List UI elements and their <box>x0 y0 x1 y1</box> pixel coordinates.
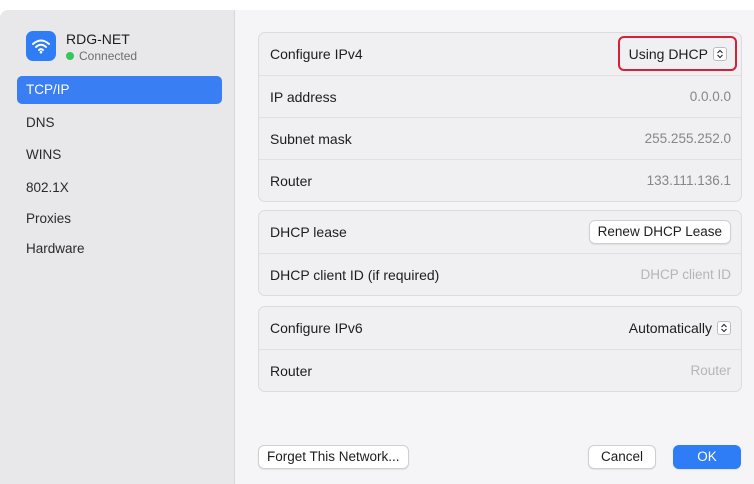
chevron-updown-icon <box>717 321 731 335</box>
status-dot-icon <box>66 52 74 60</box>
ok-button[interactable]: OK <box>673 445 741 469</box>
sidebar-item-wins[interactable]: WINS <box>17 141 222 169</box>
subnet-mask-row: Subnet mask 255.255.252.0 <box>259 117 741 159</box>
dhcp-client-id-field[interactable]: DHCP client ID <box>640 267 731 282</box>
configure-ipv4-label: Configure IPv4 <box>270 46 363 62</box>
dhcp-client-id-label: DHCP client ID (if required) <box>270 266 440 283</box>
router-label: Router <box>270 172 313 189</box>
sidebar-item-8021x[interactable]: 802.1X <box>17 174 222 202</box>
router-value: 133.111.136.1 <box>646 173 731 188</box>
dhcp-client-id-row: DHCP client ID (if required) DHCP client… <box>259 253 741 295</box>
ip-address-label: IP address <box>270 88 337 105</box>
router-row: Router 133.111.136.1 <box>259 159 741 201</box>
tcpip-settings-panel: Configure IPv4 Using DHCP IP address 0.0… <box>235 10 754 484</box>
chevron-updown-icon <box>713 46 727 61</box>
configure-ipv4-value: Using DHCP <box>628 45 708 62</box>
network-name: RDG-NET <box>66 31 130 47</box>
configure-ipv6-value: Automatically <box>628 320 712 336</box>
wifi-icon <box>26 31 56 61</box>
window-top-edge <box>0 0 754 10</box>
ipv6-router-label: Router <box>270 362 313 379</box>
renew-dhcp-lease-button[interactable]: Renew DHCP Lease <box>588 220 731 244</box>
network-details-window: RDG-NET Connected TCP/IP DNS WINS 802.1X… <box>0 0 754 484</box>
sidebar-item-label: DNS <box>26 115 55 130</box>
sidebar-item-label: Proxies <box>26 211 72 226</box>
configure-ipv4-row: Configure IPv4 Using DHCP <box>259 33 741 75</box>
connection-status-label: Connected <box>79 49 138 63</box>
network-header: RDG-NET Connected <box>26 31 137 62</box>
sidebar-item-label: Hardware <box>26 241 85 256</box>
subnet-mask-label: Subnet mask <box>270 130 352 147</box>
sidebar-item-tcpip[interactable]: TCP/IP <box>17 76 222 104</box>
ipv4-group: Configure IPv4 Using DHCP IP address 0.0… <box>258 32 742 202</box>
connection-status: Connected <box>66 50 137 62</box>
sidebar-item-dns[interactable]: DNS <box>17 109 222 137</box>
sidebar-item-hardware[interactable]: Hardware <box>17 235 222 263</box>
sidebar-item-label: WINS <box>26 147 62 162</box>
sidebar: RDG-NET Connected TCP/IP DNS WINS 802.1X… <box>0 10 235 484</box>
dhcp-group: DHCP lease Renew DHCP Lease DHCP client … <box>258 210 742 296</box>
sidebar-item-label: TCP/IP <box>26 82 70 97</box>
ipv6-router-row: Router Router <box>259 349 741 391</box>
sidebar-item-proxies[interactable]: Proxies <box>17 205 222 233</box>
dhcp-lease-label: DHCP lease <box>270 224 347 240</box>
ipv6-router-field[interactable]: Router <box>690 363 731 378</box>
dhcp-lease-row: DHCP lease Renew DHCP Lease <box>259 211 741 253</box>
cancel-button[interactable]: Cancel <box>588 445 657 469</box>
ipv6-group: Configure IPv6 Automatically Router Rout… <box>258 306 742 392</box>
configure-ipv6-row: Configure IPv6 Automatically <box>259 307 741 349</box>
configure-ipv6-label: Configure IPv6 <box>270 320 363 336</box>
sidebar-item-label: 802.1X <box>26 180 69 195</box>
ip-address-row: IP address 0.0.0.0 <box>259 75 741 117</box>
configure-ipv4-popup[interactable]: Using DHCP <box>617 36 737 71</box>
subnet-mask-value: 255.255.252.0 <box>644 131 731 146</box>
forget-network-button[interactable]: Forget This Network... <box>258 445 409 469</box>
configure-ipv6-popup[interactable]: Automatically <box>629 320 731 336</box>
ip-address-value: 0.0.0.0 <box>689 89 731 104</box>
